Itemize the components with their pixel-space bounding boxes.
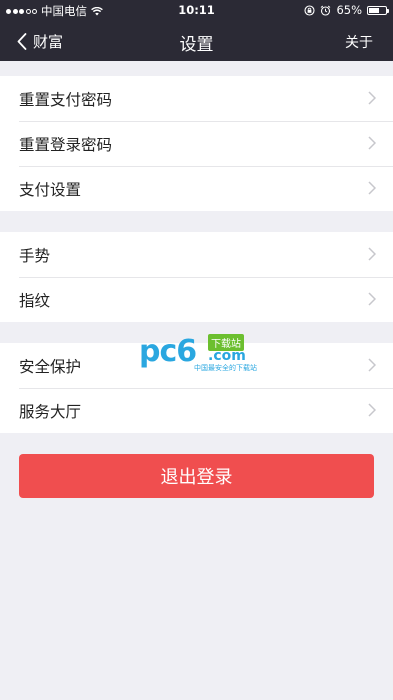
reset-payment-password-item[interactable]: 重置支付密码 — [0, 76, 393, 121]
navigation-bar: 财富 设置 关于 — [0, 20, 393, 61]
logout-button[interactable]: 退出登录 — [19, 454, 374, 498]
battery-percent: 65% — [336, 3, 362, 17]
alarm-icon — [321, 5, 331, 16]
rotation-lock-icon — [304, 4, 315, 16]
battery-level — [369, 7, 380, 13]
chevron-right-icon — [368, 247, 376, 261]
chevron-right-icon — [368, 292, 376, 306]
status-bar: 中国电信 10:11 65% — [0, 0, 393, 20]
settings-group-biometric: 手势 指纹 — [0, 232, 393, 322]
watermark-slogan: 中国最安全的下载站 — [194, 364, 257, 372]
chevron-right-icon — [368, 136, 376, 150]
list-item-label: 服务大厅 — [19, 402, 82, 421]
status-right: 65% — [304, 3, 389, 17]
battery-icon — [367, 5, 389, 15]
reset-login-password-item[interactable]: 重置登录密码 — [0, 121, 393, 166]
list-item-label: 手势 — [19, 246, 51, 265]
watermark-logo: pc6 下载站 .com 中国最安全的下载站 — [139, 334, 257, 374]
top-bar: 中国电信 10:11 65% 财富 设置 关于 — [0, 0, 393, 61]
list-item-label: 重置支付密码 — [19, 90, 113, 109]
chevron-right-icon — [368, 358, 376, 372]
list-item-label: 重置登录密码 — [19, 135, 113, 154]
service-hall-item[interactable]: 服务大厅 — [0, 388, 393, 433]
fingerprint-item[interactable]: 指纹 — [0, 277, 393, 322]
payment-settings-item[interactable]: 支付设置 — [0, 166, 393, 211]
watermark-domain: .com — [208, 348, 246, 364]
list-item-label: 指纹 — [19, 291, 51, 310]
gesture-item[interactable]: 手势 — [0, 232, 393, 277]
chevron-right-icon — [368, 181, 376, 195]
about-button[interactable]: 关于 — [345, 32, 373, 52]
chevron-right-icon — [368, 91, 376, 105]
settings-group-password: 重置支付密码 重置登录密码 支付设置 — [0, 76, 393, 211]
chevron-right-icon — [368, 403, 376, 417]
page-title: 设置 — [179, 35, 214, 55]
list-item-label: 支付设置 — [19, 180, 82, 199]
list-item-label: 安全保护 — [19, 357, 82, 376]
